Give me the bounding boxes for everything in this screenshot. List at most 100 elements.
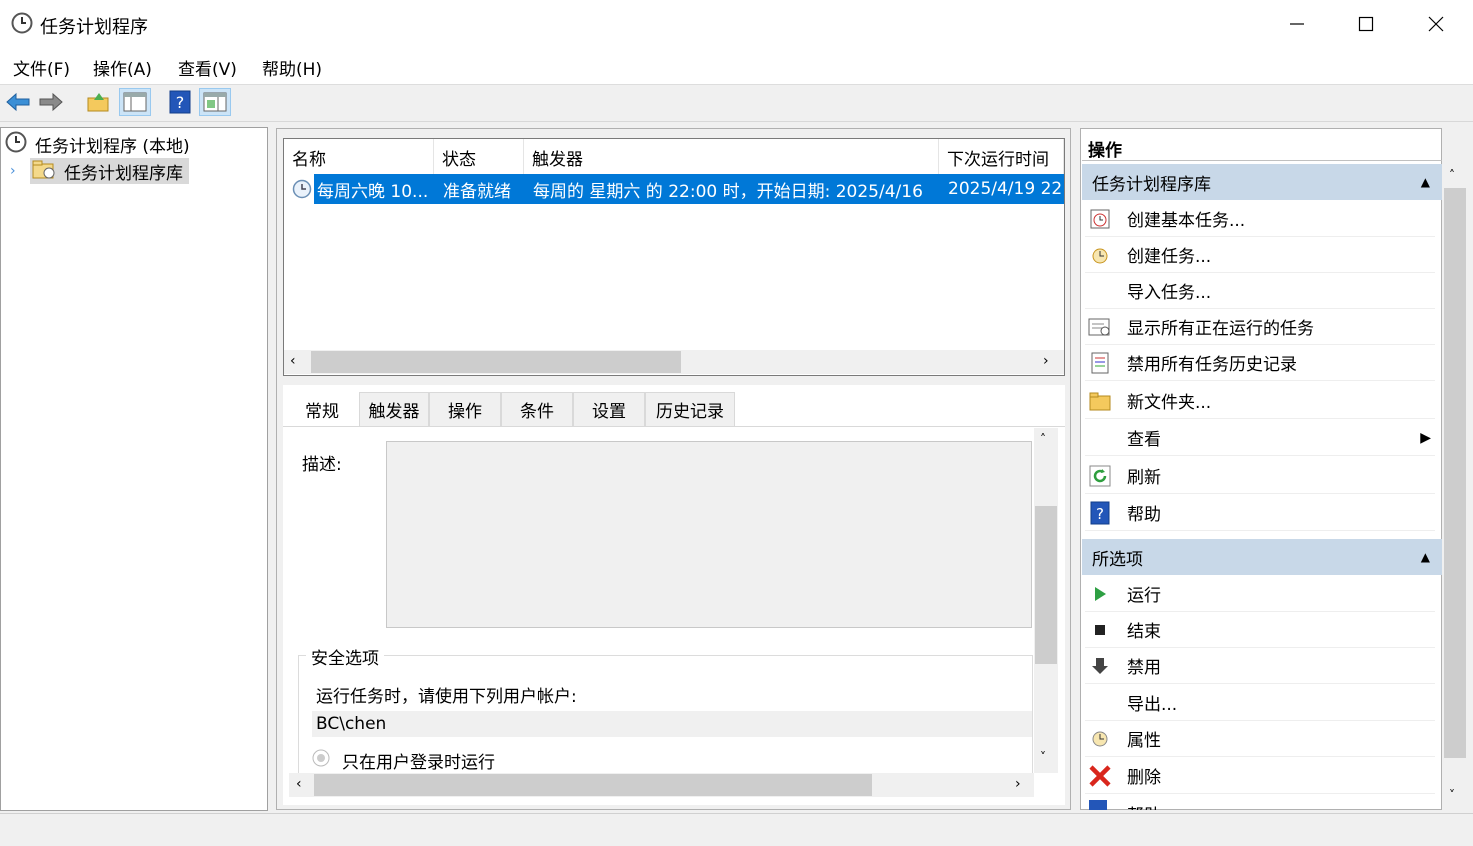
action-show-running[interactable]: 显示所有正在运行的任务 <box>1085 309 1435 345</box>
scroll-right-icon[interactable]: › <box>1043 353 1049 369</box>
action-label: 查看 <box>1127 430 1161 450</box>
radio-button-icon[interactable] <box>312 749 330 772</box>
action-view[interactable]: 查看 ▶ <box>1085 420 1435 456</box>
action-label: 导出... <box>1127 695 1178 715</box>
table-row[interactable]: 每周六晚 10... 准备就绪 每周的 星期六 的 22:00 时，开始日期: … <box>314 174 1064 204</box>
list-scroll-thumb[interactable] <box>311 351 681 373</box>
menu-help[interactable]: 帮助(H) <box>262 55 322 80</box>
actions-title: 操作 <box>1088 141 1122 161</box>
action-properties[interactable]: 属性 <box>1085 721 1435 757</box>
forward-arrow-icon[interactable] <box>37 88 65 116</box>
details-hscroll-thumb[interactable] <box>314 774 872 796</box>
scroll-up-icon[interactable]: ˄ <box>1040 432 1046 446</box>
run-as-label: 运行任务时，请使用下列用户帐户: <box>316 687 577 707</box>
tab-history[interactable]: 历史记录 <box>645 392 735 426</box>
tab-general[interactable]: 常规 <box>285 392 359 426</box>
tree-child-label: 任务计划程序库 <box>64 163 183 184</box>
action-label: 属性 <box>1127 731 1161 751</box>
section-header-library[interactable]: 任务计划程序库 ▲ <box>1082 164 1442 200</box>
action-create-basic-task[interactable]: 创建基本任务... <box>1085 201 1435 237</box>
column-next-run[interactable]: 下次运行时间 <box>939 139 1064 175</box>
description-field[interactable] <box>386 441 1032 628</box>
details-scroll-thumb[interactable] <box>1035 506 1057 664</box>
action-export[interactable]: 导出... <box>1085 685 1435 721</box>
action-run[interactable]: 运行 <box>1085 576 1435 612</box>
task-trigger: 每周的 星期六 的 22:00 时，开始日期: 2025/4/16 <box>533 181 923 202</box>
scroll-up-icon[interactable]: ˄ <box>1449 168 1455 182</box>
security-group-title: 安全选项 <box>306 644 384 669</box>
history-icon <box>1088 351 1112 375</box>
tree-root-label: 任务计划程序 (本地) <box>35 136 190 157</box>
scroll-down-icon[interactable]: ˅ <box>1449 788 1455 802</box>
svg-text:?: ? <box>176 93 185 112</box>
task-next-run: 2025/4/19 22 <box>948 179 1063 199</box>
tab-conditions[interactable]: 条件 <box>501 392 573 426</box>
column-trigger[interactable]: 触发器 <box>524 139 939 175</box>
action-new-folder[interactable]: 新文件夹... <box>1085 383 1435 419</box>
section-header-label: 所选项 <box>1092 549 1143 570</box>
action-label: 帮助 <box>1127 505 1161 525</box>
actions-scroll-thumb[interactable] <box>1444 188 1466 758</box>
down-arrow-icon <box>1088 654 1112 678</box>
task-clock-icon <box>292 179 312 204</box>
svg-text:?: ? <box>1096 505 1104 523</box>
action-refresh[interactable]: 刷新 <box>1085 458 1435 494</box>
tree-child-library[interactable]: › 任务计划程序库 <box>10 158 189 184</box>
help-icon <box>1088 796 1112 810</box>
scroll-right-icon[interactable]: › <box>1015 776 1021 792</box>
console-tree <box>0 127 268 811</box>
clock-icon <box>5 131 27 158</box>
action-help-partial[interactable]: 帮助 <box>1085 796 1435 810</box>
create-basic-task-icon <box>1088 207 1112 231</box>
tab-actions[interactable]: 操作 <box>429 392 501 426</box>
show-hide-tree-icon[interactable] <box>119 88 151 116</box>
action-label: 导入任务... <box>1127 283 1212 303</box>
action-end[interactable]: 结束 <box>1085 612 1435 648</box>
menu-view[interactable]: 查看(V) <box>178 55 237 80</box>
scroll-left-icon[interactable]: ‹ <box>296 776 302 792</box>
radio-label: 只在用户登录时运行 <box>342 753 495 773</box>
menu-file[interactable]: 文件(F) <box>13 55 70 80</box>
new-folder-icon <box>1088 389 1112 413</box>
window-title: 任务计划程序 <box>40 17 148 38</box>
tab-triggers[interactable]: 触发器 <box>359 392 429 426</box>
scroll-down-icon[interactable]: ˅ <box>1040 750 1046 764</box>
clock-icon <box>11 12 33 34</box>
collapse-up-icon[interactable]: ▲ <box>1421 175 1430 189</box>
menu-action[interactable]: 操作(A) <box>93 55 152 80</box>
title-bar <box>0 0 1473 48</box>
expand-chevron-icon[interactable]: › <box>10 163 30 179</box>
action-label: 删除 <box>1127 768 1161 788</box>
play-icon <box>1088 582 1112 606</box>
action-import-task[interactable]: 导入任务... <box>1085 273 1435 309</box>
refresh-icon <box>1088 464 1112 488</box>
action-help[interactable]: ? 帮助 <box>1085 495 1435 531</box>
column-name[interactable]: 名称 <box>284 139 434 175</box>
action-create-task[interactable]: 创建任务... <box>1085 237 1435 273</box>
show-hide-action-pane-icon[interactable] <box>199 88 231 116</box>
action-disable[interactable]: 禁用 <box>1085 648 1435 684</box>
collapse-up-icon[interactable]: ▲ <box>1421 550 1430 564</box>
user-account-field: BC\chen <box>312 711 1032 737</box>
action-disable-history[interactable]: 禁用所有任务历史记录 <box>1085 345 1435 381</box>
radio-logged-on-only[interactable]: 只在用户登录时运行 <box>312 748 495 773</box>
section-header-selected[interactable]: 所选项 ▲ <box>1082 539 1442 575</box>
task-status: 准备就绪 <box>443 181 511 202</box>
action-delete[interactable]: 删除 <box>1085 758 1435 794</box>
tab-settings[interactable]: 设置 <box>573 392 645 426</box>
help-icon[interactable]: ? <box>166 88 194 116</box>
close-button[interactable] <box>1401 0 1471 48</box>
action-label: 禁用 <box>1127 658 1161 678</box>
maximize-button[interactable] <box>1331 0 1401 48</box>
minimize-button[interactable] <box>1262 0 1332 48</box>
back-arrow-icon[interactable] <box>4 88 32 116</box>
scroll-left-icon[interactable]: ‹ <box>290 353 296 369</box>
task-name: 每周六晚 10... <box>317 181 429 202</box>
action-label: 显示所有正在运行的任务 <box>1127 319 1314 339</box>
action-label: 结束 <box>1127 622 1161 642</box>
tree-root[interactable]: 任务计划程序 (本地) <box>5 131 190 157</box>
properties-icon <box>1088 727 1112 751</box>
folder-up-icon[interactable] <box>84 88 112 116</box>
column-status[interactable]: 状态 <box>434 139 524 175</box>
description-label: 描述: <box>302 455 342 475</box>
